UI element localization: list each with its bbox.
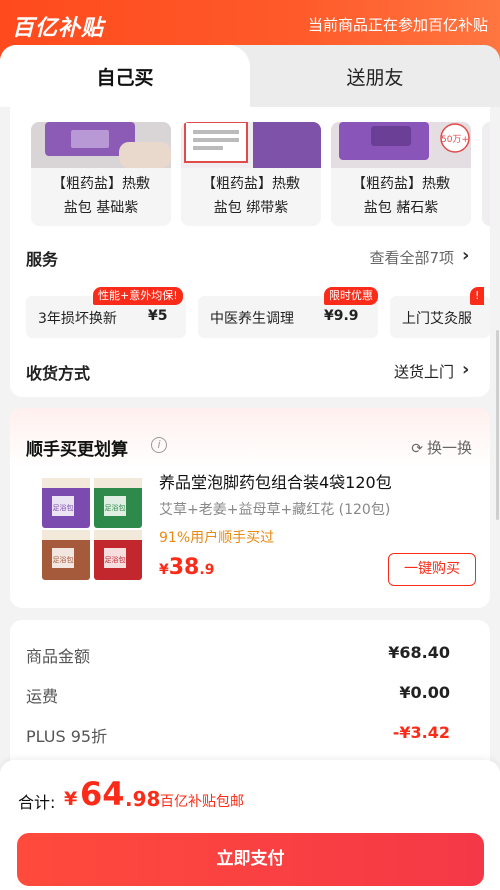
bundle-product-name[interactable]: 养品堂泡脚药包组合装4袋120包 [159,469,392,493]
purchase-mode-tabs: 自己买 送朋友 [0,45,500,107]
info-icon[interactable]: i [151,437,167,453]
variant-option-partial[interactable] [482,122,490,226]
swap-button[interactable]: ⟳ 换一换 [411,437,472,458]
brand-logo: 百亿补贴 [12,16,105,41]
chevron-right-icon[interactable]: › [462,245,469,266]
variant-option[interactable]: 50万+ 【粗药盐】热敷 盐包 赭石紫 [331,122,471,226]
variant-image: 50万+ [331,122,471,168]
variant-option[interactable]: 【粗药盐】热敷 盐包 基础紫 [31,122,171,226]
variant-label: 【粗药盐】热敷 盐包 绑带紫 [202,176,300,216]
svg-text:足浴包: 足浴包 [53,503,74,512]
bundle-pack: 足浴包 [94,478,142,528]
variant-image [181,122,321,168]
plus-discount-value: -¥3.42 [392,723,450,742]
shipping-fee-label: 运费 [26,687,59,706]
total-amount-integer: 64 [80,775,125,813]
total-label: 合计: [18,793,56,812]
bundle-pack: 足浴包 [42,530,90,580]
subtotal-label: 商品金额 [26,647,91,666]
tab-buy-for-self[interactable]: 自己买 [0,45,250,107]
subsidy-note: 当前商品正在参加百亿补贴 [307,16,488,34]
service-badge: 性能+意外均保! [93,287,183,305]
bundle-product-image[interactable]: 足浴包 足浴包 足浴包 足浴包 [38,474,146,584]
one-click-buy-button[interactable]: 一键购买 [388,553,476,586]
shipping-title: 收货方式 [26,364,91,383]
svg-text:足浴包: 足浴包 [105,555,126,564]
bundle-pack: 足浴包 [94,530,142,580]
services-title: 服务 [26,250,59,269]
chevron-right-icon[interactable]: › [462,359,469,380]
total-amount-decimal: .98 [125,787,161,811]
subtotal-value: ¥68.40 [388,643,450,662]
shipping-fee-value: ¥0.00 [399,683,450,702]
service-name: 3年损坏换新 [38,311,117,327]
sales-badge: 50万+ [441,135,469,145]
pay-now-button[interactable]: 立即支付 [17,833,484,886]
total-note: 百亿补贴包邮 [160,794,244,810]
service-badge: ! [470,287,485,305]
bundle-price: ¥38.9 [159,555,215,580]
bundle-pack: 足浴包 [42,478,90,528]
plus-discount-label: PLUS 95折 [26,727,108,746]
service-name: 中医养生调理 [210,311,294,327]
variant-label: 【粗药盐】热敷 盐包 基础紫 [52,176,150,216]
variant-image [31,122,171,168]
bundle-product-spec: 艾草+老姜+益母草+藏红花 (120包) [159,502,391,518]
bundle-title: 顺手买更划算 [26,440,128,460]
service-name: 上门艾灸服 [402,311,472,327]
service-badge: 限时优惠 [324,287,378,305]
services-view-all[interactable]: 查看全部7项 [369,247,454,268]
svg-text:足浴包: 足浴包 [53,555,74,564]
bundle-purchase-stat: 91%用户顺手买过 [159,530,275,546]
service-price: ¥5 [148,308,168,324]
variant-option[interactable]: 【粗药盐】热敷 盐包 绑带紫 [181,122,321,226]
variant-label: 【粗药盐】热敷 盐包 赭石紫 [352,176,450,216]
svg-text:足浴包: 足浴包 [105,503,126,512]
refresh-icon: ⟳ [411,441,423,457]
scrollbar[interactable] [496,330,499,520]
total-currency: ¥ [64,788,78,810]
swap-label: 换一换 [426,439,472,457]
tab-gift-to-friend[interactable]: 送朋友 [250,45,500,107]
service-price: ¥9.9 [324,308,359,324]
shipping-method[interactable]: 送货上门 [394,361,454,382]
